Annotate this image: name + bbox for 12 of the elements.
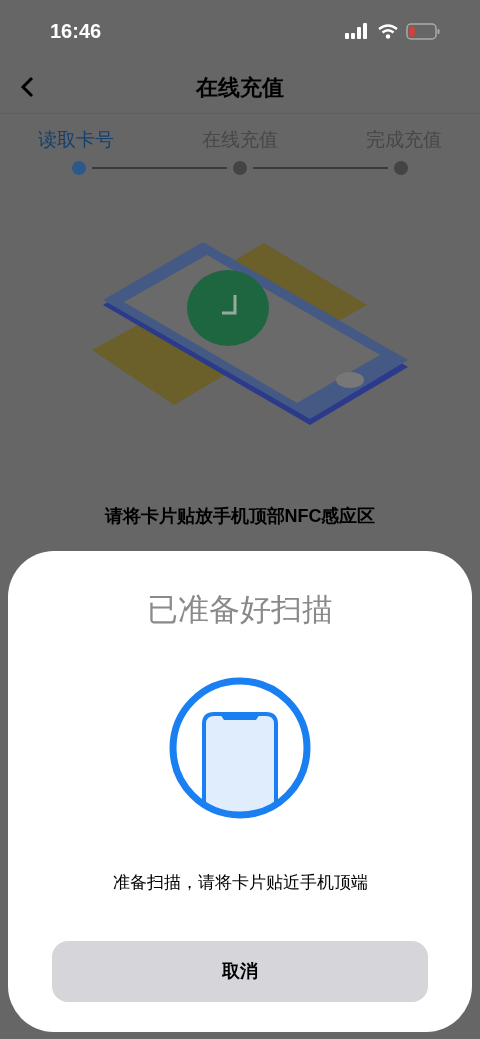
- back-icon: [20, 76, 34, 98]
- signal-icon: [345, 23, 370, 39]
- instruction-text: 请将卡片贴放手机顶部NFC感应区: [104, 504, 376, 528]
- page-title: 在线充值: [196, 74, 284, 102]
- battery-icon: [406, 22, 440, 40]
- wifi-icon: [378, 23, 398, 39]
- step-label: 读取卡号: [38, 128, 114, 152]
- sheet-title: 已准备好扫描: [147, 591, 333, 629]
- status-time: 16:46: [50, 19, 102, 44]
- cancel-button[interactable]: 取消: [52, 941, 428, 1002]
- phone-scan-icon: [168, 675, 312, 820]
- sheet-message: 准备扫描，请将卡片贴近手机顶端: [112, 871, 368, 894]
